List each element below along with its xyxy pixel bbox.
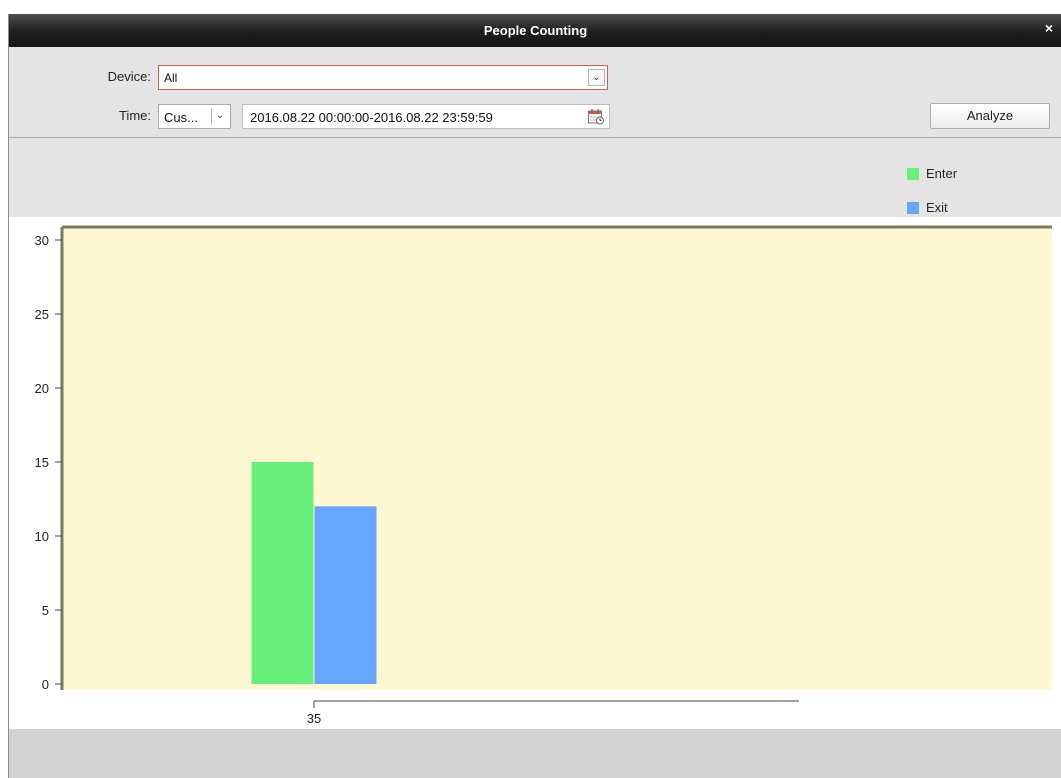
chevron-down-icon[interactable]: ⌄ xyxy=(588,69,605,86)
time-range-field[interactable]: 2016.08.22 00:00:00-2016.08.22 23:59:59 xyxy=(242,104,610,129)
y-tick-label: 0 xyxy=(42,677,49,692)
x-tick-label: 35 xyxy=(307,711,321,726)
device-select[interactable]: All ⌄ xyxy=(158,65,608,90)
time-type-select[interactable]: Cus... ⌄ xyxy=(158,104,231,129)
bar-exit xyxy=(314,506,377,684)
y-tick-label: 25 xyxy=(35,307,49,322)
time-type-value: Cus... xyxy=(164,110,198,125)
chevron-down-icon[interactable]: ⌄ xyxy=(211,108,228,125)
device-value: All xyxy=(164,71,178,85)
dialog-content: Device: All ⌄ Time: Cus... ⌄ 2016.08.22 … xyxy=(9,47,1061,729)
calendar-icon[interactable] xyxy=(587,108,605,125)
legend-label-exit: Exit xyxy=(926,200,948,215)
close-button[interactable]: × xyxy=(1041,20,1057,38)
time-range-value: 2016.08.22 00:00:00-2016.08.22 23:59:59 xyxy=(250,110,493,125)
y-tick-label: 20 xyxy=(35,381,49,396)
title-bar: People Counting × xyxy=(9,14,1061,47)
divider xyxy=(9,137,1061,138)
bar-enter xyxy=(251,462,314,684)
y-tick-label: 30 xyxy=(35,233,49,248)
legend-label-enter: Enter xyxy=(926,166,958,181)
people-counting-chart: 0 5 10 15 20 25 30 35 xyxy=(9,217,1061,729)
y-tick-label: 5 xyxy=(42,603,49,618)
time-label: Time: xyxy=(118,108,151,123)
device-label: Device: xyxy=(107,69,151,84)
legend-swatch-exit xyxy=(907,202,919,214)
legend-swatch-enter xyxy=(907,168,919,180)
analyze-button[interactable]: Analyze xyxy=(930,103,1050,129)
people-counting-dialog: People Counting × Device: All ⌄ Time: Cu… xyxy=(8,14,1061,778)
plot-area xyxy=(62,227,1052,690)
window-title: People Counting xyxy=(483,23,588,38)
y-tick-label: 10 xyxy=(35,529,49,544)
y-tick-label: 15 xyxy=(35,455,49,470)
